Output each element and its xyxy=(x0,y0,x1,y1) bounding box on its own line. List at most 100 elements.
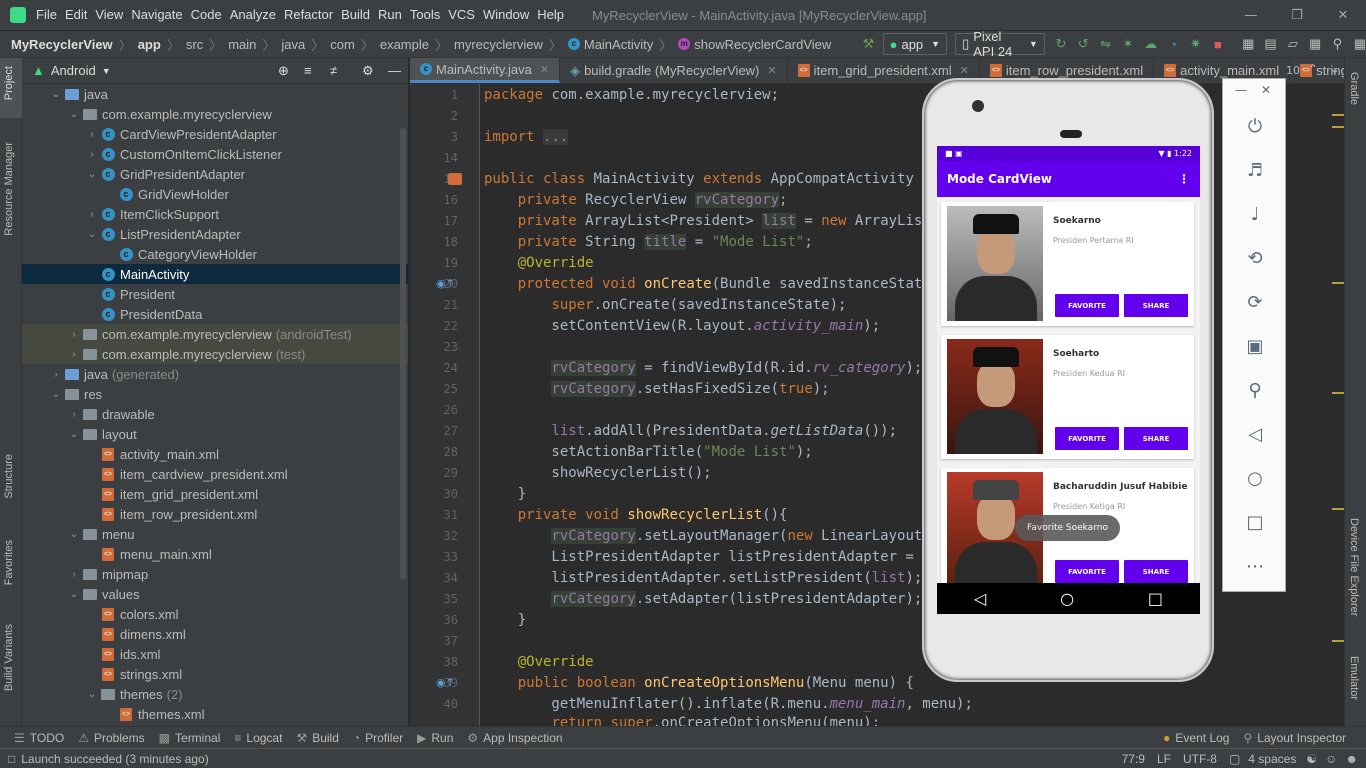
menu-help[interactable]: Help xyxy=(533,0,568,30)
caret-position[interactable]: 77:9 xyxy=(1122,752,1145,766)
tree-item[interactable]: ⌄ menu xyxy=(22,524,408,544)
breadcrumb-java[interactable]: java xyxy=(278,37,308,52)
breadcrumb-project[interactable]: MyRecyclerView xyxy=(8,37,116,52)
collapse-all-icon[interactable]: ≠ xyxy=(330,63,337,78)
attach-debugger-icon[interactable]: ✷ xyxy=(1189,36,1201,52)
close-icon[interactable]: ✕ xyxy=(1320,0,1366,30)
tree-item[interactable]: › c CardViewPresidentAdapter xyxy=(22,124,408,144)
tool-profiler[interactable]: ◔ Profiler xyxy=(353,731,403,745)
menu-build[interactable]: Build xyxy=(337,0,374,30)
indent-setting[interactable]: 4 spaces xyxy=(1248,752,1296,766)
more-icon[interactable]: ⋯ xyxy=(1241,552,1269,580)
menu-file[interactable]: File xyxy=(32,0,61,30)
tree-item[interactable]: › c CustomOnItemClickListener xyxy=(22,144,408,164)
menu-window[interactable]: Window xyxy=(479,0,533,30)
share-button[interactable]: SHARE xyxy=(1124,560,1188,583)
tree-item[interactable]: c GridViewHolder xyxy=(22,184,408,204)
close-tab-icon[interactable]: ✕ xyxy=(767,64,776,77)
chevron-right-icon[interactable]: › xyxy=(84,209,100,220)
layout-inspector-toolbar-icon[interactable]: ▦ xyxy=(1309,36,1321,52)
chevron-down-icon[interactable]: ⌄ xyxy=(48,389,64,400)
back-icon[interactable]: ◁ xyxy=(974,589,986,608)
tool-tab-device-file-explorer[interactable]: Device File Explorer xyxy=(1348,518,1360,616)
tab-build-gradle[interactable]: ◈ build.gradle (MyRecyclerView) ✕ xyxy=(560,58,788,83)
minimize-icon[interactable]: — xyxy=(1228,0,1274,30)
expand-all-icon[interactable]: ≡ xyxy=(304,63,312,78)
back-icon[interactable]: ◁ xyxy=(1241,420,1269,448)
tool-build[interactable]: ⚒ Build xyxy=(296,731,338,745)
tree-item[interactable]: ⌄ c ListPresidentAdapter xyxy=(22,224,408,244)
tree-item[interactable]: c CategoryViewHolder xyxy=(22,244,408,264)
tree-item[interactable]: › com.example.myrecyclerview (androidTest) xyxy=(22,324,408,344)
device-manager-icon[interactable]: ▤ xyxy=(1264,36,1276,52)
chevron-down-icon[interactable]: ⌄ xyxy=(84,169,100,180)
tool-problems[interactable]: ⚠ Problems xyxy=(78,731,144,745)
tree-item[interactable]: <> activity_main.xml xyxy=(22,444,408,464)
profile-icon[interactable]: ◔ xyxy=(1167,36,1179,52)
chevron-down-icon[interactable]: ⌄ xyxy=(66,429,82,440)
chevron-up-icon[interactable]: ⌃ xyxy=(1308,62,1318,76)
favorite-button[interactable]: FAVORITE xyxy=(1055,427,1119,450)
tree-item[interactable]: › com.example.myrecyclerview (test) xyxy=(22,344,408,364)
tree-item[interactable]: › mipmap xyxy=(22,564,408,584)
home-icon[interactable]: ○ xyxy=(1241,464,1269,492)
tool-tab-gradle[interactable]: Gradle xyxy=(1348,72,1360,105)
close-emulator-icon[interactable]: ✕ xyxy=(1261,83,1271,97)
run-config-select[interactable]: ● app ▼ xyxy=(882,33,948,55)
rotate-left-icon[interactable]: ⟲ xyxy=(1241,244,1269,272)
menu-navigate[interactable]: Navigate xyxy=(127,0,186,30)
tool-tab-resource-manager[interactable]: Resource Manager xyxy=(3,142,15,236)
menu-run[interactable]: Run xyxy=(374,0,406,30)
breadcrumb-package[interactable]: myrecyclerview xyxy=(451,37,546,52)
camera-icon[interactable]: ▣ xyxy=(1241,332,1269,360)
menu-analyze[interactable]: Analyze xyxy=(226,0,280,30)
tree-item[interactable]: <> themes.xml xyxy=(22,704,408,724)
line-separator[interactable]: LF xyxy=(1157,752,1171,766)
tree-item[interactable]: ⌄ values xyxy=(22,584,408,604)
favorite-button[interactable]: FAVORITE xyxy=(1055,294,1119,317)
chevron-down-icon[interactable]: ⌄ xyxy=(66,589,82,600)
restore-icon[interactable]: ❐ xyxy=(1274,0,1320,30)
menu-vcs[interactable]: VCS xyxy=(444,0,479,30)
tool-tab-build-variants[interactable]: Build Variants xyxy=(3,624,15,691)
minimize-emulator-icon[interactable]: — xyxy=(1235,83,1247,97)
breadcrumb-main[interactable]: main xyxy=(225,37,259,52)
hide-panel-icon[interactable]: — xyxy=(388,63,401,78)
menu-code[interactable]: Code xyxy=(187,0,226,30)
tree-item[interactable]: c PresidentData xyxy=(22,304,408,324)
close-tab-icon[interactable]: ✕ xyxy=(540,63,549,76)
tree-item[interactable]: ⌄ c GridPresidentAdapter xyxy=(22,164,408,184)
breadcrumb-method[interactable]: m showRecyclerCardView xyxy=(675,37,834,52)
file-encoding[interactable]: UTF-8 xyxy=(1183,752,1217,766)
chevron-down-icon[interactable]: ⌄ xyxy=(84,229,100,240)
president-card[interactable]: Soeharto Presiden Kedua RI FAVORITE SHAR… xyxy=(941,335,1194,459)
share-button[interactable]: SHARE xyxy=(1124,294,1188,317)
volume-down-icon[interactable]: ♩ xyxy=(1241,200,1269,228)
tool-terminal[interactable]: ▩ Terminal xyxy=(159,731,221,745)
chevron-right-icon[interactable]: › xyxy=(84,129,100,140)
tool-app-inspection[interactable]: ⚙ App Inspection xyxy=(467,731,562,745)
zoom-icon[interactable]: ⚲ xyxy=(1241,376,1269,404)
chevron-down-icon[interactable]: ▼ xyxy=(102,66,111,76)
xml-gutter-icon[interactable] xyxy=(448,173,462,185)
tree-item[interactable]: › drawable xyxy=(22,404,408,424)
power-icon[interactable]: ⏻ xyxy=(1241,112,1269,140)
tree-item[interactable]: ⌄ themes (2) xyxy=(22,684,408,704)
git-icon[interactable]: ☯ xyxy=(1306,752,1317,766)
tree-item[interactable]: <> item_grid_president.xml xyxy=(22,484,408,504)
tree-item[interactable]: ⌄ layout xyxy=(22,424,408,444)
stop-icon[interactable]: ■ xyxy=(1212,36,1224,52)
chevron-right-icon[interactable]: › xyxy=(66,329,82,340)
breadcrumb-class[interactable]: c MainActivity xyxy=(565,37,656,52)
tree-item[interactable]: <> dimens.xml xyxy=(22,624,408,644)
chevron-down-icon[interactable]: ⌄ xyxy=(66,529,82,540)
tool-tab-project[interactable]: Project xyxy=(3,66,15,100)
tool-tab-structure[interactable]: Structure xyxy=(3,454,15,499)
home-icon[interactable]: ○ xyxy=(1060,589,1074,608)
coverage-icon[interactable]: ☁ xyxy=(1144,36,1157,52)
tree-item[interactable]: <> strings.xml xyxy=(22,664,408,684)
debug-icon[interactable]: ✶ xyxy=(1122,36,1134,52)
override-gutter-icon[interactable]: ◉↑ xyxy=(436,277,455,290)
rerun-icon[interactable]: ↻ xyxy=(1055,36,1067,52)
tree-item[interactable]: c President xyxy=(22,284,408,304)
